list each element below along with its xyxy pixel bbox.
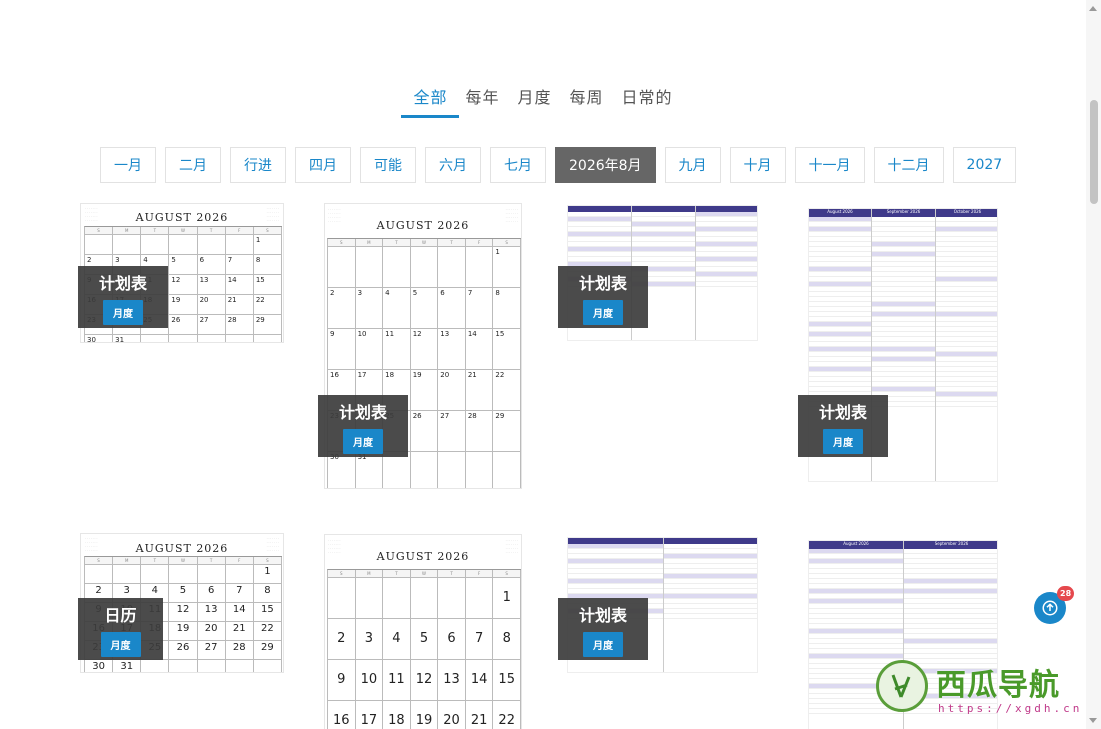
notification-badge: 28 bbox=[1057, 586, 1075, 601]
month-button-2027[interactable]: 2027 bbox=[952, 147, 1017, 183]
month-button-dec[interactable]: 十二月 bbox=[873, 147, 944, 183]
card-badge-monthly[interactable]: 月度 bbox=[343, 428, 383, 454]
card-badge-monthly[interactable]: 月度 bbox=[583, 299, 623, 325]
thumb-title: AUGUST 2026 bbox=[135, 542, 229, 555]
card-overlay[interactable]: 计划表 月度 bbox=[558, 266, 648, 328]
thumb-title: AUGUST 2026 bbox=[135, 211, 229, 224]
tab-all[interactable]: 全部 bbox=[401, 80, 460, 118]
card-title: 计划表 bbox=[578, 605, 627, 625]
card-title: 计划表 bbox=[578, 273, 627, 293]
month-button-apr[interactable]: 四月 bbox=[295, 147, 351, 183]
card-badge-monthly[interactable]: 月度 bbox=[100, 631, 141, 657]
card-overlay[interactable]: 计划表 月度 bbox=[798, 395, 888, 457]
month-button-mar[interactable]: 行进 bbox=[230, 147, 286, 183]
month-button-jun[interactable]: 六月 bbox=[425, 147, 481, 183]
card-overlay[interactable]: 日历 月度 bbox=[78, 598, 163, 660]
scroll-down-icon[interactable] bbox=[1089, 718, 1097, 723]
month-button-sep[interactable]: 九月 bbox=[664, 147, 721, 183]
card-overlay[interactable]: 计划表 月度 bbox=[318, 395, 408, 457]
tab-daily[interactable]: 日常的 bbox=[620, 80, 675, 118]
card-planner-3col[interactable]: 计划表 月度 bbox=[558, 205, 758, 341]
thumb-month-label: September 2026 bbox=[872, 209, 935, 217]
card-badge-monthly[interactable]: 月度 bbox=[583, 631, 623, 657]
card-planner-2col[interactable]: 计划表 月度 bbox=[558, 537, 758, 673]
card-calendar-landscape-large[interactable]: · · · · · · · · · · · · · · · · · · · · · ·… bbox=[78, 533, 284, 673]
card-title: 计划表 bbox=[338, 402, 387, 422]
thumb-month-label: August 2026 bbox=[809, 541, 903, 549]
month-filter-row: 一月 二月 行进 四月 可能 六月 七月 2026年8月 九月 十月 十一月 十… bbox=[100, 147, 1017, 183]
card-title: 计划表 bbox=[818, 402, 867, 422]
card-overlay[interactable]: 计划表 月度 bbox=[558, 598, 648, 660]
thumb-month-label: October 2026 bbox=[936, 209, 997, 217]
card-title: 计划表 bbox=[98, 273, 147, 293]
card-calendar-portrait[interactable]: · · · · · · · · · · · · · · · · · · · · · ·… bbox=[318, 203, 522, 489]
watermark-text: 西瓜导航 bbox=[936, 668, 1060, 703]
watermark-url: https://xgdh.cn bbox=[938, 702, 1083, 715]
thumb-month-label: August 2026 bbox=[809, 209, 871, 217]
card-calendar-portrait-large[interactable]: · · · · · · · · · · · · · · · · · · · · · ·… bbox=[324, 534, 522, 729]
month-button-nov[interactable]: 十一月 bbox=[794, 147, 865, 183]
tab-monthly[interactable]: 月度 bbox=[515, 80, 553, 118]
thumb-title: AUGUST 2026 bbox=[376, 550, 470, 563]
card-badge-monthly[interactable]: 月度 bbox=[823, 428, 863, 454]
card-title: 日历 bbox=[104, 605, 137, 625]
tab-weekly[interactable]: 每周 bbox=[568, 80, 606, 118]
scroll-thumb[interactable] bbox=[1090, 100, 1098, 204]
month-button-aug-2026[interactable]: 2026年8月 bbox=[555, 147, 656, 183]
month-button-jul[interactable]: 七月 bbox=[490, 147, 546, 183]
month-button-feb[interactable]: 二月 bbox=[165, 147, 221, 183]
card-overlay[interactable]: 计划表 月度 bbox=[78, 266, 168, 328]
vertical-scrollbar[interactable] bbox=[1086, 0, 1101, 729]
tab-yearly[interactable]: 每年 bbox=[463, 80, 501, 118]
upload-icon bbox=[1042, 600, 1058, 616]
watermark-logo-icon bbox=[876, 660, 928, 712]
thumb-title: AUGUST 2026 bbox=[376, 219, 470, 232]
month-button-jan[interactable]: 一月 bbox=[100, 147, 156, 183]
month-button-may[interactable]: 可能 bbox=[360, 147, 416, 183]
scroll-up-icon[interactable] bbox=[1089, 6, 1097, 11]
card-planner-3col-portrait[interactable]: August 2026 September 2026 October 2026 … bbox=[798, 208, 998, 482]
card-calendar-landscape[interactable]: · · · · · · · · · · · · · · · · · · · · · ·… bbox=[78, 203, 284, 343]
month-button-oct[interactable]: 十月 bbox=[729, 147, 786, 183]
card-badge-monthly[interactable]: 月度 bbox=[103, 299, 143, 325]
category-tabs: 全部 每年 月度 每周 日常的 bbox=[0, 80, 1086, 118]
thumb-month-label: September 2026 bbox=[904, 541, 997, 549]
card-thumbnail: · · · · · · · · · · · · · · · · · · · · · ·… bbox=[324, 534, 522, 729]
